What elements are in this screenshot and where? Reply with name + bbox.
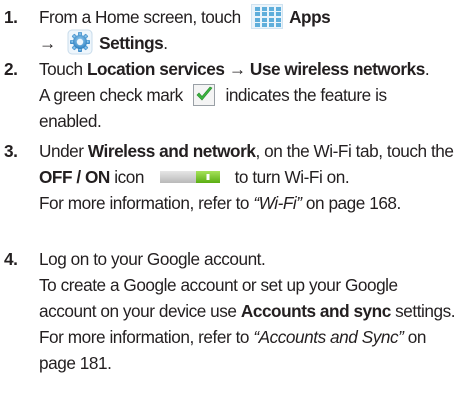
- settings-name-label: Accounts and sync: [240, 301, 391, 321]
- apps-grid-cell: [262, 17, 268, 22]
- menu-path-label: Location services → Use wireless network…: [86, 59, 425, 79]
- apps-grid-cell: [269, 12, 275, 17]
- step-line: To create a Google account or set up you…: [39, 272, 470, 298]
- step-text: Under: [39, 141, 88, 161]
- step-line: Under Wireless and network, on the Wi-Fi…: [39, 138, 470, 164]
- apps-grid-cell: [269, 6, 275, 11]
- step-text: , on the Wi-Fi tab, touch the: [255, 141, 454, 161]
- toggle-on-icon: [160, 170, 221, 184]
- step-text: enabled.: [39, 111, 102, 131]
- apps-grid-cell: [276, 6, 282, 11]
- step-number: 1.: [4, 7, 18, 27]
- step-line: OFF / ON icon to turn Wi-Fi on.: [39, 164, 470, 190]
- apps-grid-cell: [255, 17, 261, 22]
- step-text: settings.: [390, 301, 456, 321]
- apps-grid-cell: [276, 12, 282, 17]
- step-line: account on your device use Accounts and …: [39, 298, 470, 324]
- step-line: enabled.: [39, 108, 470, 134]
- apps-grid-icon: [251, 3, 284, 29]
- apps-grid-cell: [276, 17, 282, 22]
- apps-grid-cell: [255, 23, 261, 28]
- section-label: Wireless and network: [87, 141, 256, 161]
- step-number: 2.: [4, 59, 18, 79]
- cross-reference: “Wi-Fi”: [253, 193, 302, 213]
- apps-grid-cell: [262, 6, 268, 11]
- step-text: page 181.: [39, 353, 112, 373]
- step-number: 3.: [4, 141, 18, 161]
- apps-grid-cell: [255, 6, 261, 11]
- arrow-glyph: →: [39, 33, 61, 53]
- step-text: on: [403, 327, 427, 347]
- apps-grid-cell: [262, 12, 268, 17]
- punctuation: .: [163, 33, 168, 53]
- apps-grid-cell: [276, 23, 282, 28]
- step-text: to turn Wi-Fi on.: [230, 167, 350, 187]
- settings-label: Settings: [99, 33, 164, 53]
- step-text: Touch: [39, 59, 87, 79]
- cross-reference: “Accounts and Sync”: [253, 327, 404, 347]
- step-1: 1. From a Home screen, touch Apps → Sett…: [4, 3, 470, 56]
- step-text: To create a Google account or set up you…: [39, 275, 398, 295]
- step-line: For more information, refer to “Wi-Fi” o…: [39, 190, 470, 216]
- check-mark-icon: [193, 83, 216, 106]
- step-line: page 181.: [39, 350, 470, 376]
- step-line: For more information, refer to “Accounts…: [39, 324, 470, 350]
- settings-gear-icon: [67, 29, 93, 55]
- apps-grid-cell: [262, 23, 268, 28]
- step-line: Log on to your Google account.: [39, 246, 470, 272]
- punctuation: .: [424, 59, 430, 79]
- toggle-label: OFF / ON: [39, 167, 110, 187]
- step-text: For more information, refer to: [39, 193, 254, 213]
- step-3: 3. Under Wireless and network, on the Wi…: [4, 138, 470, 216]
- step-line: A green check mark indicates the feature…: [39, 82, 470, 108]
- step-text: A green check mark: [39, 85, 188, 105]
- step-text: For more information, refer to: [39, 327, 254, 347]
- step-text: on page 168.: [301, 193, 401, 213]
- step-line: From a Home screen, touch Apps: [39, 3, 470, 30]
- step-4: 4. Log on to your Google account. To cre…: [4, 246, 470, 376]
- step-text: account on your device use: [39, 301, 241, 321]
- step-text: From a Home screen, touch: [39, 7, 246, 27]
- step-line: → Settings.: [39, 29, 470, 56]
- step-text: Log on to your Google account.: [39, 249, 266, 269]
- step-number: 4.: [4, 249, 18, 269]
- instruction-page: 1. From a Home screen, touch Apps → Sett…: [0, 0, 472, 406]
- step-line: Touch Location services → Use wireless n…: [39, 56, 470, 82]
- apps-grid-cell: [255, 12, 261, 17]
- apps-label: Apps: [289, 7, 331, 27]
- step-text: icon: [109, 167, 149, 187]
- apps-grid-cell: [269, 23, 275, 28]
- apps-grid-cell: [269, 17, 275, 22]
- step-2: 2. Touch Location services → Use wireles…: [4, 56, 470, 134]
- step-text: indicates the feature is: [221, 85, 387, 105]
